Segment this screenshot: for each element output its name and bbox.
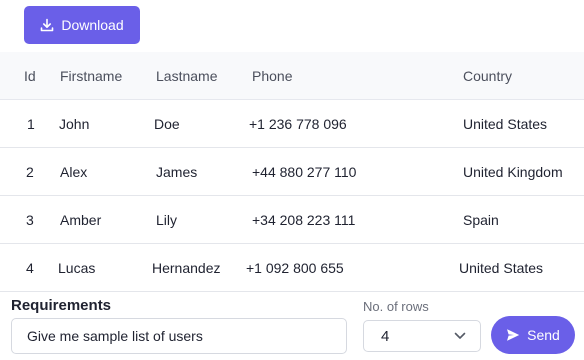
cell-id: 3 [26, 211, 34, 228]
header-firstname: Firstname [60, 67, 123, 84]
cell-country: Spain [463, 211, 499, 228]
requirements-label: Requirements [11, 297, 112, 314]
cell-country: United States [459, 259, 544, 276]
cell-phone: +34 208 223 111 [252, 211, 356, 228]
cell-country: United States [463, 115, 548, 132]
chevron-down-icon [454, 332, 466, 340]
cell-id: 4 [26, 259, 34, 276]
table-row: 4 Lucas Hernandez +1 092 800 655 United … [0, 244, 584, 292]
cell-id: 1 [27, 115, 35, 132]
header-lastname: Lastname [156, 67, 218, 84]
cell-phone: +44 880 277 110 [252, 163, 357, 180]
cell-firstname: Amber [60, 211, 102, 228]
table-row: 1 John Doe +1 236 778 096 United States [0, 100, 584, 148]
cell-id: 2 [26, 163, 34, 180]
send-icon [506, 328, 520, 342]
download-button[interactable]: Download [24, 6, 140, 44]
header-country: Country [463, 67, 513, 84]
send-button[interactable]: Send [491, 316, 575, 354]
cell-lastname: Doe [154, 115, 180, 132]
cell-country: United Kingdom [463, 163, 563, 180]
cell-firstname: Lucas [58, 259, 96, 276]
cell-lastname: Lily [156, 211, 178, 228]
cell-phone: +1 236 778 096 [249, 115, 347, 132]
header-id: Id [24, 67, 36, 84]
cell-firstname: John [59, 115, 90, 132]
table-header: Id Firstname Lastname Phone Country [0, 52, 584, 100]
cell-firstname: Alex [60, 163, 88, 180]
rows-select[interactable]: 4 [363, 320, 481, 352]
cell-phone: +1 092 800 655 [246, 259, 344, 276]
users-table: Id Firstname Lastname Phone Country 1 Jo… [0, 52, 584, 292]
header-phone: Phone [252, 67, 293, 84]
download-label: Download [61, 17, 124, 33]
table-row: 2 Alex James +44 880 277 110 United King… [0, 148, 584, 196]
rows-label: No. of rows [363, 299, 429, 314]
table-row: 3 Amber Lily +34 208 223 111 Spain [0, 196, 584, 244]
download-icon [40, 18, 54, 32]
cell-lastname: James [156, 163, 198, 180]
cell-lastname: Hernandez [152, 259, 221, 276]
requirements-input[interactable] [11, 318, 347, 354]
send-label: Send [527, 327, 560, 343]
rows-select-value: 4 [381, 327, 390, 345]
